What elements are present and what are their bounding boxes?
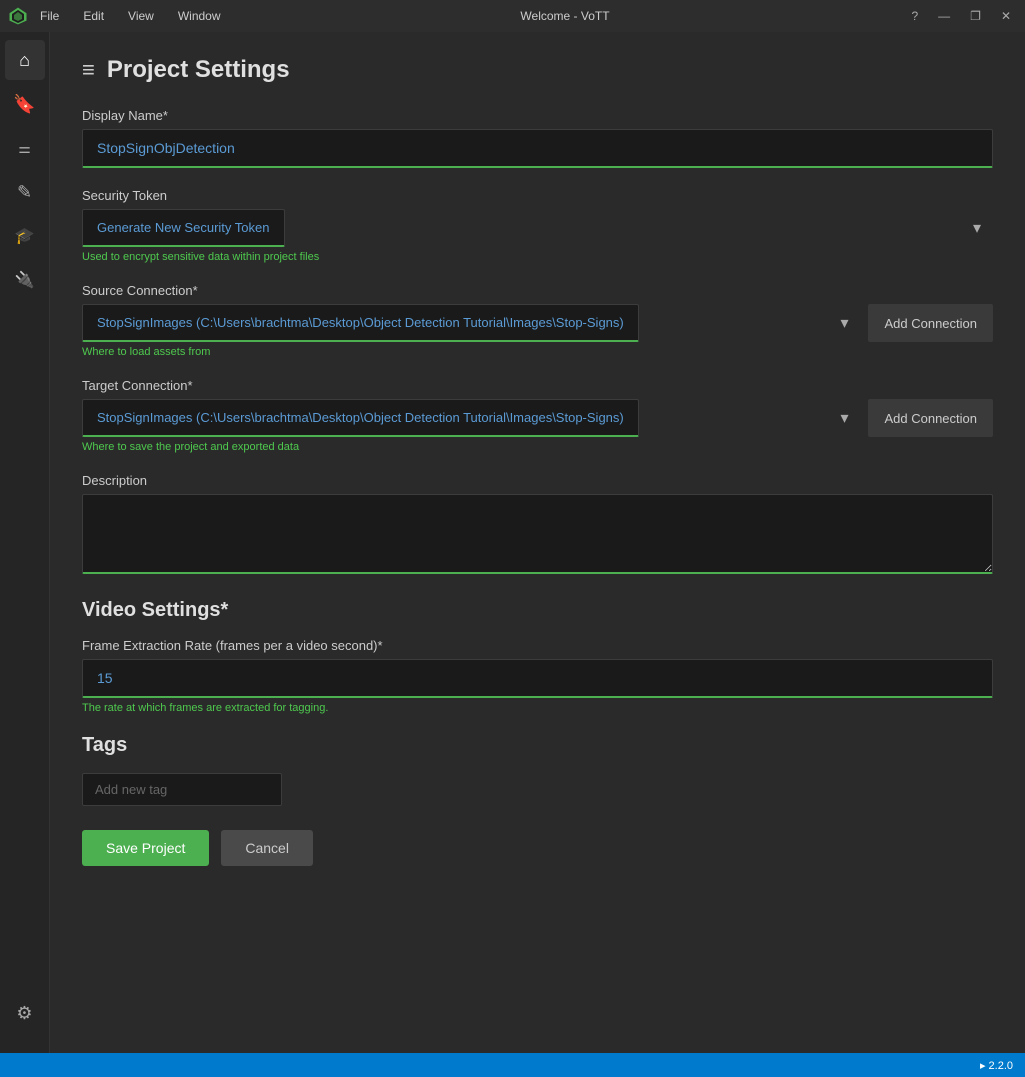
target-connection-label: Target Connection* (82, 378, 993, 393)
description-label: Description (82, 473, 993, 488)
page-header: ≡ Project Settings (82, 56, 993, 84)
menu-window[interactable]: Window (174, 7, 225, 25)
sidebar-item-home[interactable]: ⌂ (5, 40, 45, 80)
app-body: ⌂ 🔖 ⚌ ✎ 🎓 🔌 ⚙ ≡ Project Settings Display… (0, 32, 1025, 1053)
description-textarea[interactable] (82, 494, 993, 574)
sidebar-item-graduation[interactable]: 🎓 (5, 216, 45, 256)
main-content: ≡ Project Settings Display Name* Securit… (50, 32, 1025, 1053)
source-connection-select-container: StopSignImages (C:\Users\brachtma\Deskto… (82, 304, 860, 342)
target-connection-hint: Where to save the project and exported d… (82, 441, 993, 453)
frame-rate-label: Frame Extraction Rate (frames per a vide… (82, 638, 993, 653)
video-settings-title: Video Settings* (82, 599, 993, 622)
display-name-input[interactable] (82, 129, 993, 168)
window-controls: ? — ❐ ✕ (905, 7, 1017, 25)
target-connection-select[interactable]: StopSignImages (C:\Users\brachtma\Deskto… (82, 399, 639, 437)
security-token-group: Security Token Generate New Security Tok… (82, 188, 993, 263)
help-button[interactable]: ? (905, 7, 924, 25)
titlebar: File Edit View Window Welcome - VoTT ? —… (0, 0, 1025, 32)
menu-bar: File Edit View Window (36, 7, 225, 25)
display-name-label: Display Name* (82, 108, 993, 123)
display-name-group: Display Name* (82, 108, 993, 168)
source-connection-row: StopSignImages (C:\Users\brachtma\Deskto… (82, 304, 993, 342)
app-logo (8, 6, 28, 26)
security-token-label: Security Token (82, 188, 993, 203)
version-label: ▸ 2.2.0 (980, 1059, 1013, 1072)
security-token-hint: Used to encrypt sensitive data within pr… (82, 251, 993, 263)
security-token-select-container: Generate New Security Token (82, 209, 993, 247)
sidebar: ⌂ 🔖 ⚌ ✎ 🎓 🔌 ⚙ (0, 32, 50, 1053)
sidebar-bottom: ⚙ (5, 993, 45, 1045)
action-buttons: Save Project Cancel (82, 830, 993, 866)
target-connection-select-container: StopSignImages (C:\Users\brachtma\Deskto… (82, 399, 860, 437)
sidebar-item-plugin[interactable]: 🔌 (5, 260, 45, 300)
sidebar-item-sliders[interactable]: ⚌ (5, 128, 45, 168)
sidebar-item-bookmark[interactable]: 🔖 (5, 84, 45, 124)
tags-input[interactable] (82, 773, 282, 806)
source-connection-select[interactable]: StopSignImages (C:\Users\brachtma\Deskto… (82, 304, 639, 342)
sidebar-item-settings[interactable]: ⚙ (5, 993, 45, 1033)
frame-rate-hint: The rate at which frames are extracted f… (82, 702, 993, 714)
minimize-button[interactable]: — (932, 7, 956, 25)
target-connection-group: Target Connection* StopSignImages (C:\Us… (82, 378, 993, 453)
source-connection-hint: Where to load assets from (82, 346, 993, 358)
frame-rate-input[interactable] (82, 659, 993, 698)
close-button[interactable]: ✕ (995, 7, 1017, 25)
cancel-button[interactable]: Cancel (221, 830, 313, 866)
menu-file[interactable]: File (36, 7, 63, 25)
menu-view[interactable]: View (124, 7, 158, 25)
target-add-connection-button[interactable]: Add Connection (868, 399, 993, 437)
source-connection-label: Source Connection* (82, 283, 993, 298)
status-bar: ▸ 2.2.0 (0, 1053, 1025, 1077)
description-group: Description (82, 473, 993, 579)
maximize-button[interactable]: ❐ (964, 7, 987, 25)
security-token-select[interactable]: Generate New Security Token (82, 209, 285, 247)
page-header-icon: ≡ (82, 57, 95, 83)
menu-edit[interactable]: Edit (79, 7, 108, 25)
sidebar-item-edit[interactable]: ✎ (5, 172, 45, 212)
window-title: Welcome - VoTT (225, 9, 906, 23)
target-connection-row: StopSignImages (C:\Users\brachtma\Deskto… (82, 399, 993, 437)
source-connection-group: Source Connection* StopSignImages (C:\Us… (82, 283, 993, 358)
tags-title: Tags (82, 734, 993, 757)
save-project-button[interactable]: Save Project (82, 830, 209, 866)
frame-rate-group: Frame Extraction Rate (frames per a vide… (82, 638, 993, 714)
page-title: Project Settings (107, 56, 290, 84)
source-add-connection-button[interactable]: Add Connection (868, 304, 993, 342)
